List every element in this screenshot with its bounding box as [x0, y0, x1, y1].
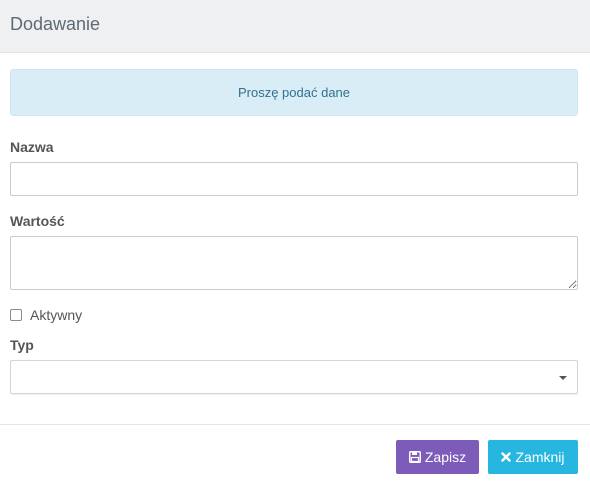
- active-checkbox-row[interactable]: Aktywny: [10, 307, 82, 323]
- close-x-icon: [501, 452, 512, 462]
- value-label: Wartość: [10, 213, 65, 229]
- save-button[interactable]: Zapisz: [396, 440, 479, 474]
- active-checkbox[interactable]: [10, 309, 22, 321]
- info-alert: Proszę podać dane: [10, 69, 578, 116]
- save-button-label: Zapisz: [424, 449, 467, 465]
- close-button[interactable]: Zamknij: [488, 440, 578, 474]
- floppy-disk-icon: [408, 451, 421, 463]
- active-checkbox-label[interactable]: Aktywny: [30, 307, 82, 323]
- caret-down-icon: [559, 376, 567, 380]
- name-label: Nazwa: [10, 139, 54, 155]
- info-alert-text: Proszę podać dane: [237, 85, 351, 100]
- name-input[interactable]: [10, 162, 578, 196]
- close-button-label: Zamknij: [515, 449, 565, 465]
- modal-header: Dodawanie: [0, 0, 590, 53]
- modal-title: Dodawanie: [10, 14, 101, 34]
- type-label: Typ: [10, 337, 34, 353]
- value-textarea[interactable]: [10, 236, 578, 290]
- type-select[interactable]: [10, 360, 578, 394]
- footer-divider: [0, 424, 590, 425]
